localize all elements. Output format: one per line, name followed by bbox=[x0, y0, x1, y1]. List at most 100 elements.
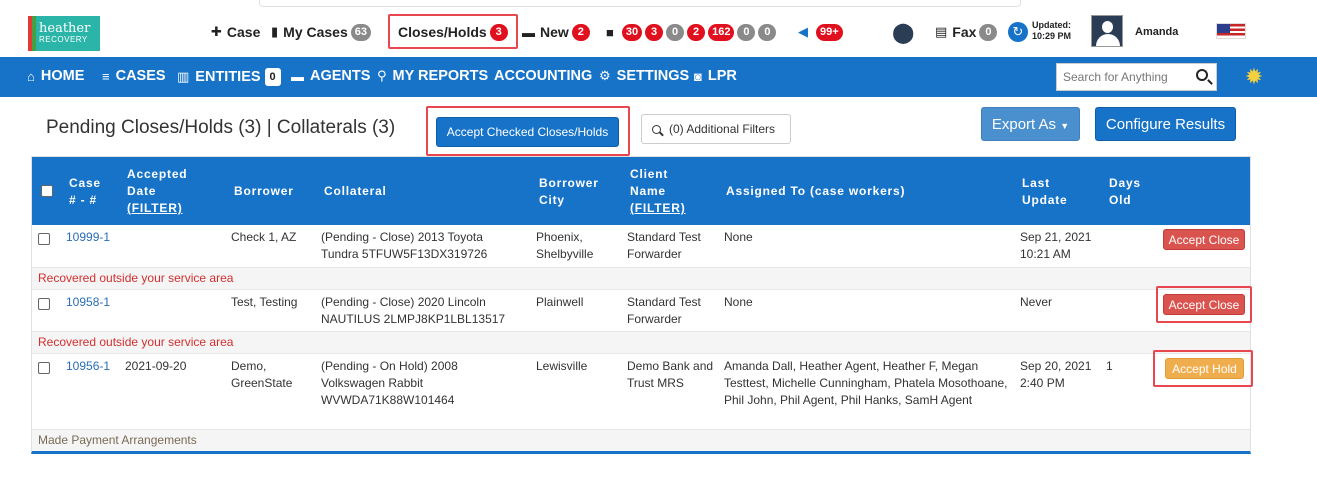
nav-settings-label: SETTINGS bbox=[616, 68, 690, 84]
case-link[interactable]: 10958-1 bbox=[66, 294, 110, 311]
client-name: Demo Bank and Trust MRS bbox=[627, 359, 714, 390]
col-borrower-city[interactable]: Borrower City bbox=[539, 175, 599, 209]
configure-results-button[interactable]: Configure Results bbox=[1095, 107, 1236, 141]
table-row: 10956-1 2021-09-20 Demo, GreenState (Pen… bbox=[32, 350, 1253, 429]
col-last-update[interactable]: Last Update bbox=[1022, 175, 1067, 209]
megaphone-icon: ◀ bbox=[798, 24, 808, 39]
nav-accounting[interactable]: ACCOUNTING bbox=[494, 68, 592, 84]
nav-entities[interactable]: ▥ ENTITIES 0 bbox=[177, 68, 281, 86]
table-row: 10958-1 Test, Testing (Pending - Close) … bbox=[32, 286, 1252, 331]
accept-close-button[interactable]: Accept Close bbox=[1163, 229, 1245, 250]
truck-icon: ■ bbox=[606, 24, 614, 40]
updated-label: Updated: bbox=[1032, 20, 1071, 30]
accepted-date-filter-link[interactable]: (FILTER) bbox=[127, 201, 183, 215]
truck-count-badge[interactable]: 3 bbox=[645, 23, 664, 41]
theme-toggle-sun-icon[interactable]: ✹ bbox=[1243, 66, 1265, 88]
updated-time: 10:29 PM bbox=[1032, 31, 1072, 41]
assigned-to: Amanda Dall, Heather Agent, Heather F, M… bbox=[724, 359, 1008, 407]
case-link[interactable]: 10956-1 bbox=[66, 358, 110, 375]
last-update: Sep 21, 2021 10:21 AM bbox=[1020, 230, 1092, 261]
nav-entities-label: ENTITIES bbox=[195, 69, 261, 85]
collateral: (Pending - On Hold) 2008 Volkswagen Rabb… bbox=[321, 359, 458, 407]
col-collateral[interactable]: Collateral bbox=[324, 183, 387, 200]
camera-icon: ◙ bbox=[694, 68, 702, 84]
truck-count-badge[interactable]: 162 bbox=[708, 23, 735, 41]
refresh-icon[interactable]: ↻ bbox=[1008, 22, 1028, 42]
search-icon: ⚲ bbox=[377, 68, 387, 83]
row-note: Recovered outside your service area bbox=[32, 267, 1250, 289]
borrower-city: Phoenix, Shelbyville bbox=[536, 230, 594, 261]
search-input[interactable] bbox=[1057, 70, 1187, 84]
new-cases-count-badge: 2 bbox=[571, 23, 590, 41]
plus-icon: ✚ bbox=[211, 24, 222, 39]
accept-checked-button[interactable]: Accept Checked Closes/Holds bbox=[436, 117, 619, 147]
announcements-link[interactable]: ◀ 99+ bbox=[798, 22, 843, 42]
bank-icon: ▥ bbox=[177, 69, 190, 84]
col-borrower[interactable]: Borrower bbox=[234, 183, 294, 200]
row-checkbox[interactable] bbox=[38, 233, 50, 245]
select-all-checkbox[interactable] bbox=[41, 185, 53, 197]
row-checkbox[interactable] bbox=[38, 298, 50, 310]
fax-link[interactable]: ▤ Fax 0 bbox=[935, 22, 998, 42]
closes-holds-table: Case # - # Accepted Date (FILTER) Borrow… bbox=[31, 156, 1253, 454]
export-as-label: Export As bbox=[991, 115, 1057, 133]
last-update: Never bbox=[1020, 295, 1053, 309]
nav-settings[interactable]: ⚙ SETTINGS bbox=[599, 68, 689, 84]
user-avatar[interactable] bbox=[1091, 15, 1123, 47]
borrower: Test, Testing bbox=[231, 295, 298, 309]
client-filter-link[interactable]: (FILTER) bbox=[630, 201, 686, 215]
user-name[interactable]: Amanda bbox=[1135, 26, 1178, 38]
additional-filters-button[interactable]: (0) Additional Filters bbox=[641, 114, 791, 144]
nav-cases-label: CASES bbox=[115, 68, 166, 84]
truck-count-badge[interactable]: 0 bbox=[737, 23, 756, 41]
updated-status: Updated: 10:29 PM bbox=[1032, 20, 1071, 42]
truck-count-badge[interactable]: 2 bbox=[687, 23, 706, 41]
closes-holds-label: Closes/Holds bbox=[398, 24, 487, 40]
borrower: Check 1, AZ bbox=[231, 230, 297, 244]
nav-lpr[interactable]: ◙ LPR bbox=[694, 68, 737, 84]
my-cases-link[interactable]: ▮ My Cases 63 bbox=[271, 22, 371, 42]
announcements-count-badge: 99+ bbox=[816, 23, 843, 41]
my-cases-label: My Cases bbox=[283, 24, 348, 40]
accepted-date: 2021-09-20 bbox=[125, 359, 187, 373]
fax-label: Fax bbox=[952, 24, 977, 40]
caret-down-icon: ▼ bbox=[1060, 120, 1070, 131]
new-case-link[interactable]: ✚ Case bbox=[211, 22, 260, 42]
new-cases-link[interactable]: ▬ New 2 bbox=[522, 22, 590, 42]
collateral: (Pending - Close) 2013 Toyota Tundra 5TF… bbox=[321, 230, 488, 261]
case-link[interactable]: 10999-1 bbox=[66, 229, 110, 246]
entities-count-badge: 0 bbox=[264, 68, 281, 86]
col-case[interactable]: Case # - # bbox=[69, 175, 101, 209]
closes-holds-link[interactable]: Closes/Holds 3 bbox=[398, 22, 508, 42]
row-note: Recovered outside your service area bbox=[32, 331, 1250, 353]
nav-home[interactable]: ⌂ HOME bbox=[27, 68, 84, 84]
accept-hold-button[interactable]: Accept Hold bbox=[1165, 358, 1244, 379]
us-flag-icon[interactable] bbox=[1216, 23, 1246, 39]
search-icon bbox=[652, 124, 661, 134]
global-search bbox=[1056, 63, 1217, 91]
row-checkbox[interactable] bbox=[38, 362, 50, 374]
nav-my-reports[interactable]: ⚲ MY REPORTS bbox=[377, 68, 488, 84]
days-old: 1 bbox=[1106, 359, 1113, 373]
map-pin-icon[interactable]: ⬤ bbox=[892, 22, 914, 44]
page-title: Pending Closes/Holds (3) | Collaterals (… bbox=[46, 117, 396, 138]
truck-count-badge[interactable]: 0 bbox=[666, 23, 685, 41]
borrower-city: Plainwell bbox=[536, 295, 584, 309]
last-update: Sep 20, 2021 2:40 PM bbox=[1020, 359, 1092, 390]
truck-status-counts[interactable]: ■ 30 3 0 2 162 0 0 bbox=[606, 22, 777, 42]
heather-recovery-logo[interactable]: heather RECOVERY bbox=[28, 16, 100, 51]
nav-agents[interactable]: ▬ AGENTS bbox=[291, 68, 370, 84]
nav-cases[interactable]: ≡ CASES bbox=[102, 68, 166, 84]
truck-count-badge[interactable]: 30 bbox=[621, 23, 643, 41]
fax-count-badge: 0 bbox=[979, 23, 998, 41]
truck-count-badge[interactable]: 0 bbox=[758, 23, 777, 41]
collateral: (Pending - Close) 2020 Lincoln NAUTILUS … bbox=[321, 295, 506, 326]
search-icon[interactable] bbox=[1196, 69, 1208, 81]
fax-icon: ▤ bbox=[935, 24, 948, 39]
accept-close-button[interactable]: Accept Close bbox=[1163, 294, 1245, 315]
col-days-old[interactable]: Days Old bbox=[1109, 175, 1141, 209]
nav-home-label: HOME bbox=[40, 68, 85, 84]
export-as-button[interactable]: Export As ▼ bbox=[981, 107, 1080, 141]
col-assigned-to[interactable]: Assigned To (case workers) bbox=[726, 183, 905, 200]
nav-agents-label: AGENTS bbox=[310, 68, 371, 84]
